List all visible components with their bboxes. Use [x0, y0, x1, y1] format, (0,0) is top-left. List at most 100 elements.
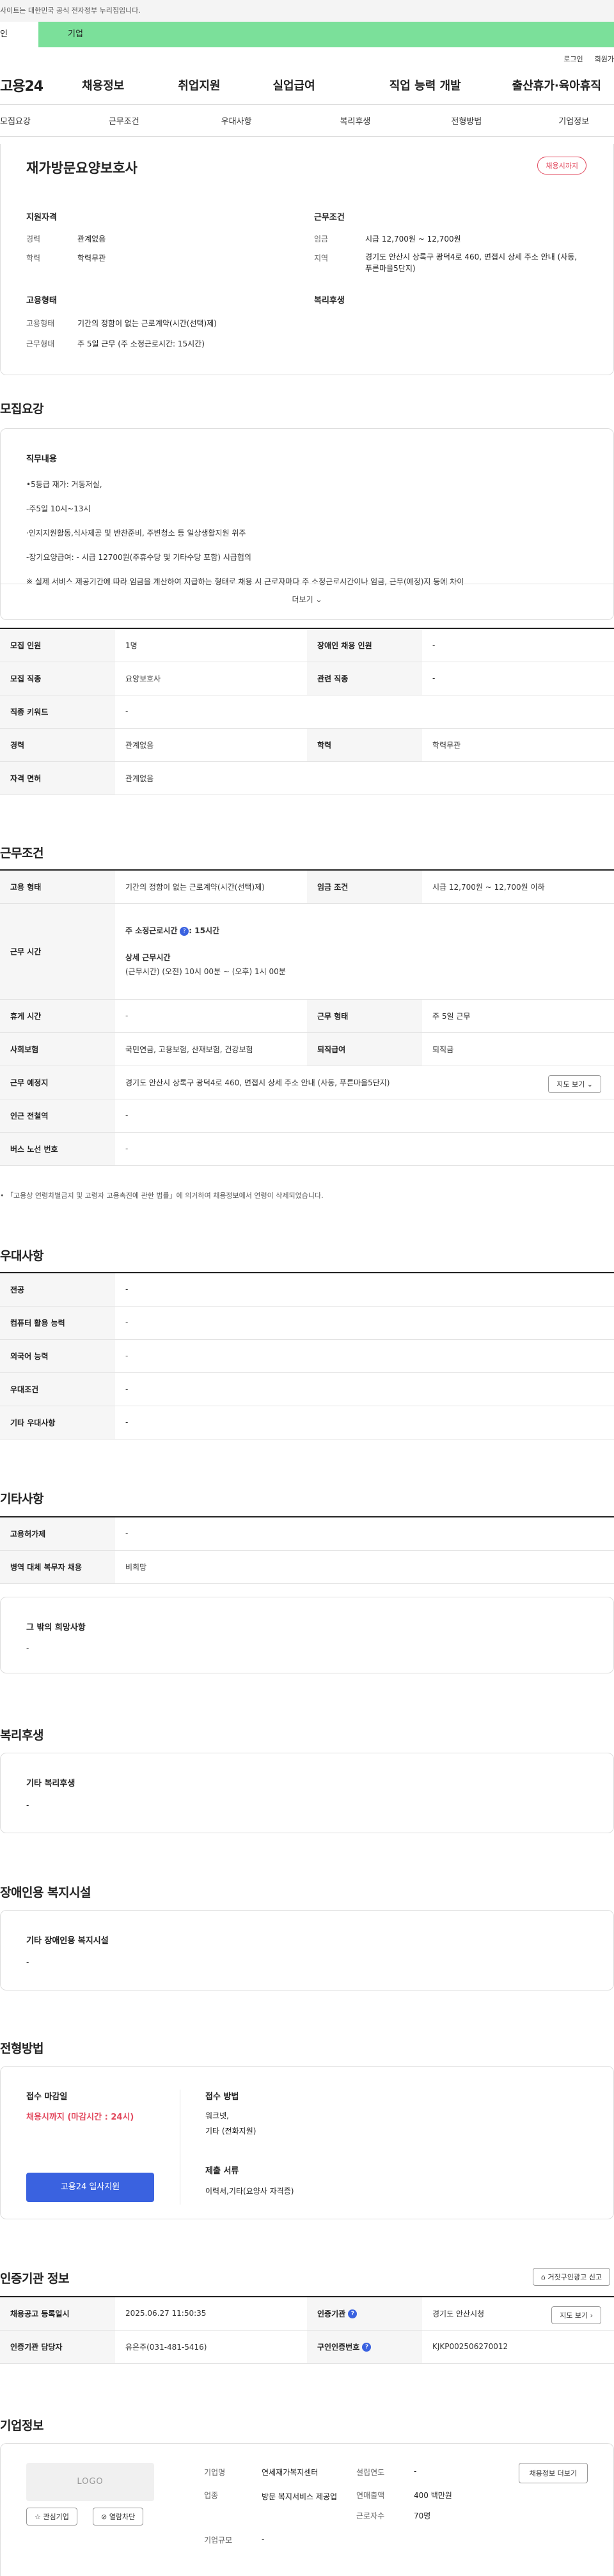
cell-value: 기간의 정함이 없는 근로계약(시간(선택)제) — [115, 870, 307, 904]
table-row: 자격 면허 관계없음 — [0, 761, 614, 795]
cell-value: 국민연금, 고용보험, 산재보험, 건강보험 — [115, 1032, 307, 1066]
founded-value: - — [414, 2467, 417, 2476]
cell-label: 인증기관 ? — [307, 2297, 422, 2331]
chevron-down-icon: ⌄ — [586, 1080, 593, 1089]
block-label: 열람차단 — [109, 2513, 136, 2521]
recruit-section-title: 모집요강 — [0, 402, 43, 416]
section-tab-conditions[interactable]: 근무조건 — [109, 114, 139, 127]
deadline-heading: 접수 마감일 — [26, 2092, 68, 2102]
chevron-right-icon: › — [590, 2311, 593, 2320]
apply-button[interactable]: 고용24 입사지원 — [26, 2173, 154, 2202]
table-row: 버스 노선 번호 - — [0, 1132, 614, 1166]
table-row: 모집 직종 요양보호사 관련 직종 - — [0, 662, 614, 695]
report-label: 거짓구인광고 신고 — [547, 2273, 602, 2281]
cell-label: 사회보험 — [0, 1032, 115, 1066]
cell-value: - — [115, 1306, 614, 1340]
cell-label: 구인인증번호 ? — [307, 2330, 422, 2364]
agency-map-button[interactable]: 지도 보기 › — [551, 2306, 601, 2324]
cell-label: 직종 키워드 — [0, 695, 115, 729]
company-size-label: 기업규모 — [204, 2536, 233, 2545]
documents-value: 이력서,기타(요양사 자격증) — [205, 2187, 294, 2196]
section-tab-company[interactable]: 기업정보 — [558, 114, 589, 127]
table-row: 인증기관 담당자 유은주(031-481-5416) 구인인증번호 ? KJKP002… — [0, 2330, 614, 2364]
detail-hours-value: (근무시간) (오전) 10시 00분 ~ (오후) 1시 00분 — [125, 967, 286, 976]
etc-box-value: - — [26, 1643, 29, 1652]
help-icon[interactable]: ? — [180, 926, 189, 936]
duty-line: •5등급 재가: 거동저실, — [26, 480, 102, 489]
disab-section-title: 장애인용 복지시설 — [0, 1886, 91, 1900]
gnb-item-jobs[interactable]: 채용정보 — [82, 77, 124, 93]
company-size-value: - — [262, 2534, 265, 2543]
cell-label: 자격 면허 — [0, 761, 115, 795]
table-row: 직종 키워드 - — [0, 695, 614, 729]
recruit-table: 모집 인원 1명 장애인 채용 인원 - 모집 직종 요양보호사 관련 직종 - 직종 키워… — [0, 628, 614, 795]
table-row: 고용 형태 기간의 정함이 없는 근로계약(시간(선택)제) 임금 조건 시급 12,… — [0, 870, 614, 904]
gnb-item-leave[interactable]: 출산휴가·육아휴직 — [512, 77, 601, 93]
block-view-button[interactable]: ⊘ 열람차단 — [93, 2508, 144, 2526]
cell-label: 전공 — [0, 1273, 115, 1307]
table-row: 컴퓨터 활용 능력 - — [0, 1306, 614, 1340]
gnb-item-employment-support[interactable]: 취업지원 — [178, 77, 220, 93]
top-links: 로그인 회원가 — [0, 47, 614, 65]
pref-table: 전공 - 컴퓨터 활용 능력 - 외국어 능력 - 우대조건 - 기타 우대사항 - — [0, 1272, 614, 1439]
company-card: LOGO ☆ 관심기업 ⊘ 열람차단 기업명 연세재가복지센터 설립연도 - 업… — [0, 2443, 614, 2576]
workcond-table: 고용 형태 기간의 정함이 없는 근로계약(시간(선택)제) 임금 조건 시급 12,… — [0, 869, 614, 1166]
section-tab-recruit[interactable]: 모집요강 — [0, 114, 31, 127]
cell-label: 고용 형태 — [0, 870, 115, 904]
gov-notice-bar: 사이트는 대한민국 공식 전자정부 누리집입니다. — [0, 0, 614, 22]
education-value: 학력무관 — [77, 254, 106, 263]
cell-value: 시급 12,700원 ~ 12,700원 이하 — [422, 870, 614, 904]
help-icon[interactable]: ? — [348, 2309, 358, 2319]
global-nav: 고용24 채용정보 취업지원 실업급여 직업 능력 개발 출산휴가·육아휴직 — [0, 65, 614, 105]
signup-link[interactable]: 회원가 — [595, 55, 614, 63]
cell-label: 모집 인원 — [0, 628, 115, 662]
tab-individual[interactable]: 인 — [0, 22, 38, 47]
section-tab-welfare[interactable]: 복리후생 — [340, 114, 371, 127]
deadline-badge: 채용시까지 — [537, 157, 586, 175]
more-jobs-button[interactable]: 채용정보 더보기 — [518, 2463, 588, 2483]
cell-value: KJKP002506270012 — [422, 2330, 614, 2364]
map-label: 지도 보기 — [560, 2311, 588, 2320]
etc-table: 고용허가제 - 병역 대체 복무자 채용 비희망 — [0, 1516, 614, 1584]
welfare-box: 기타 복리후생 - — [0, 1753, 614, 1833]
cell-label: 고용허가제 — [0, 1517, 115, 1551]
location-value: 경기도 안산시 상록구 광덕4로 460, 면접시 상세 주소 안내 (사동, … — [125, 1078, 390, 1087]
report-fake-ad-button[interactable]: ⌂ 거짓구인광고 신고 — [533, 2268, 610, 2286]
tab-company[interactable]: 기업 — [38, 22, 614, 47]
cell-value: - — [115, 1099, 614, 1133]
gnb-item-unemployment[interactable]: 실업급여 — [273, 77, 315, 93]
welfare-heading: 복리후생 — [314, 296, 345, 306]
table-row: 고용허가제 - — [0, 1517, 614, 1551]
etc-box: 그 밖의 희망사항 - — [0, 1597, 614, 1673]
user-type-tabs: 인 기업 — [0, 22, 614, 47]
agency-section-title: 인증기관 정보 — [0, 2272, 70, 2286]
section-tab-selection[interactable]: 전형방법 — [451, 114, 482, 127]
cell-label: 장애인 채용 인원 — [307, 628, 422, 662]
cell-label: 근무 시간 — [0, 903, 115, 1000]
cell-value: 관계없음 — [115, 728, 307, 762]
table-row: 우대조건 - — [0, 1372, 614, 1406]
map-button[interactable]: 지도 보기 ⌄ — [548, 1075, 601, 1093]
work-time-cell: 주 소정근로시간 ?: 15시간 상세 근무시간 (근무시간) (오전) 10시… — [115, 903, 614, 1000]
job-summary-card: 재가방문요양보호사 채용시까지 지원자격 경력 관계없음 학력 학력무관 근무조… — [0, 144, 614, 375]
career-label: 경력 — [26, 235, 41, 244]
more-button[interactable]: 더보기 ⌄ — [1, 594, 613, 605]
help-icon[interactable]: ? — [362, 2343, 372, 2352]
workcond-section-title: 근무조건 — [0, 846, 43, 860]
section-tab-preference[interactable]: 우대사항 — [221, 114, 252, 127]
cell-value: - — [115, 1406, 614, 1439]
industry-label: 업종 — [204, 2491, 219, 2500]
duty-card: 직무내용 •5등급 재가: 거동저실, -주5일 10시~13시 ·인지지원활동… — [0, 428, 614, 620]
welfare-section-title: 복리후생 — [0, 1728, 43, 1742]
industry-value: 방문 복지서비스 제공업 — [262, 2492, 338, 2501]
company-name-value: 연세재가복지센터 — [262, 2468, 319, 2477]
disab-box-heading: 기타 장애인용 복지시설 — [26, 1936, 109, 1946]
login-link[interactable]: 로그인 — [563, 55, 583, 63]
interest-company-button[interactable]: ☆ 관심기업 — [26, 2508, 77, 2526]
site-logo[interactable]: 고용24 — [0, 75, 77, 95]
duty-line: ·인지지원활동,식사제공 및 반찬준비, 주변청소 등 일상생활지원 위주 — [26, 529, 246, 538]
more-label: 더보기 — [292, 595, 313, 604]
etc-box-heading: 그 밖의 희망사항 — [26, 1623, 86, 1633]
gnb-item-training[interactable]: 직업 능력 개발 — [390, 77, 461, 93]
cell-value: 유은주(031-481-5416) — [115, 2330, 307, 2364]
